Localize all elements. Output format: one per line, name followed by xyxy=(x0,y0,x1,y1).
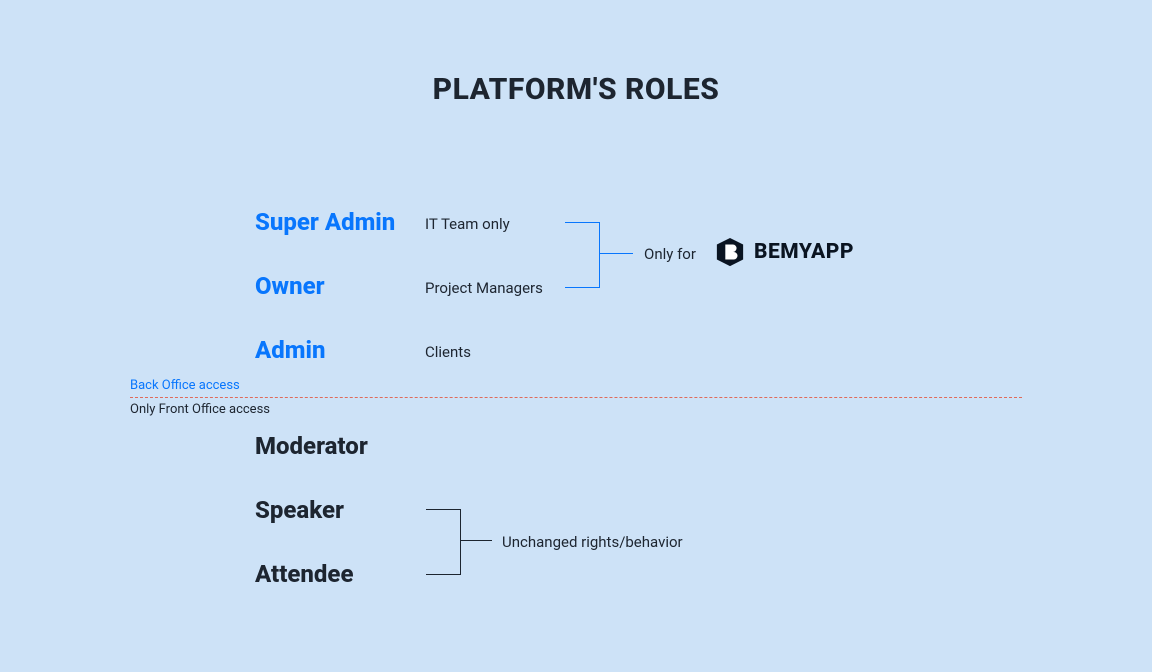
brand-logo: BEMYAPP xyxy=(715,237,854,267)
access-divider xyxy=(130,397,1022,398)
bracket-top-stem xyxy=(599,253,633,254)
unchanged-label: Unchanged rights/behavior xyxy=(502,533,683,551)
divider-label-back-office: Back Office access xyxy=(130,378,240,393)
bracket-bottom-stem xyxy=(460,540,492,541)
role-admin-desc: Clients xyxy=(425,343,471,361)
bracket-top xyxy=(565,222,600,288)
page-title: PLATFORM'S ROLES xyxy=(0,72,1152,107)
role-admin: Admin xyxy=(255,336,325,364)
role-speaker: Speaker xyxy=(255,496,344,524)
role-attendee: Attendee xyxy=(255,560,353,588)
only-for-label: Only for xyxy=(644,245,696,263)
role-super-admin-desc: IT Team only xyxy=(425,215,510,233)
brand-logo-text: BEMYAPP xyxy=(754,240,854,264)
role-owner: Owner xyxy=(255,272,325,300)
role-super-admin: Super Admin xyxy=(255,208,395,236)
role-moderator: Moderator xyxy=(255,432,368,460)
brand-logo-icon xyxy=(715,237,745,267)
diagram-canvas: PLATFORM'S ROLES Super Admin IT Team onl… xyxy=(0,0,1152,672)
divider-label-front-office: Only Front Office access xyxy=(130,402,270,417)
role-owner-desc: Project Managers xyxy=(425,279,543,297)
bracket-bottom xyxy=(426,509,461,575)
